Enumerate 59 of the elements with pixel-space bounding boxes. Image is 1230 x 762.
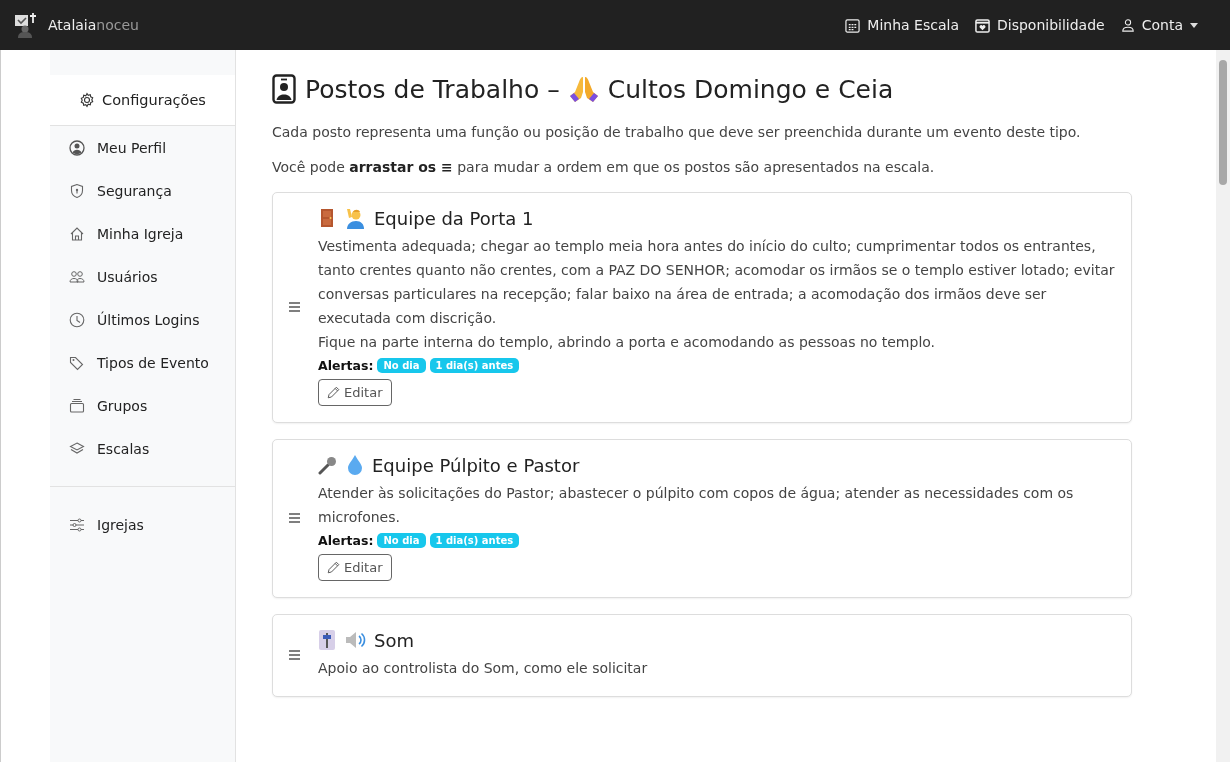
fader-icon: [318, 629, 336, 651]
microphone-icon: [318, 455, 338, 475]
speaker-icon: [344, 630, 366, 650]
alerts-label: Alertas:: [318, 358, 374, 373]
sidebar-item[interactable]: Tipos de Evento: [50, 341, 235, 384]
hint-text: Você pode arrastar os ≡ para mudar a ordem em que os postos são apresentados na escala.: [272, 159, 936, 175]
house-icon: [69, 225, 85, 242]
shield-icon: [69, 182, 85, 199]
people-icon: [69, 268, 85, 285]
praying-hands-icon: [568, 75, 599, 103]
sidebar-item[interactable]: Usuários: [50, 255, 235, 298]
pencil-icon: [327, 386, 340, 399]
droplet-icon: [346, 454, 364, 476]
drag-handle-icon[interactable]: [289, 301, 300, 312]
alert-badge: No dia: [377, 358, 426, 373]
post-description: Atender às solicitações do Pastor; abastecer o púlpito com copos de água; atender as necessidades com os microfones.: [318, 484, 1075, 527]
tag-icon: [69, 354, 85, 371]
page-title: Cultos Domingo e Ceia: [607, 74, 894, 104]
nav-link[interactable]: Minha Escala: [845, 17, 959, 33]
sidebar-item[interactable]: Segurança: [50, 169, 235, 212]
post-description: Fique na parte interna do templo, abrindo a porta e acomodando as pessoas no templo.: [318, 333, 937, 352]
alert-badge: No dia: [377, 533, 426, 548]
pencil-icon: [327, 561, 340, 574]
page-title: Postos de Trabalho –: [305, 74, 560, 104]
clock-icon: [69, 311, 85, 328]
scrollbar-thumb[interactable]: [1219, 60, 1227, 185]
post-title: Som: [374, 629, 414, 651]
drag-handle-icon[interactable]: [289, 512, 300, 523]
collection-icon: [69, 397, 85, 414]
sidebar-item[interactable]: Minha Igreja: [50, 212, 235, 255]
sidebar-item[interactable]: Meu Perfil: [50, 126, 235, 169]
sidebar-item[interactable]: Escalas: [50, 427, 235, 470]
person-circle-icon: [69, 139, 85, 156]
alerts-label: Alertas:: [318, 533, 374, 548]
person-raising-hand-icon: [344, 207, 366, 229]
brand-name[interactable]: Atalaianoceu: [48, 17, 139, 33]
post-description: Apoio ao controlista do Som, como ele solicitar: [318, 659, 649, 678]
sidebar-item[interactable]: Igrejas: [50, 503, 235, 546]
person-badge-icon: [272, 74, 296, 104]
post-description: Vestimenta adequada; chegar ao templo meia hora antes do início do culto; cumprimentar todos os entrantes, tanto crentes quanto não crentes, com a PAZ DO SENHOR; acomodar os irmãos se o templo estiver lotado; evitar conversas particulares na recepção; falar baixo na área de entrada; a acomodação dos irmãos deve ser executada com discrição.: [318, 237, 1115, 328]
post-title: Equipe Púlpito e Pastor: [372, 454, 580, 476]
person-icon: [1120, 18, 1135, 32]
door-icon: [318, 208, 336, 228]
nav-link[interactable]: Disponibilidade: [975, 17, 1105, 33]
edit-button[interactable]: Editar: [318, 554, 392, 581]
sidebar-title: Configurações: [102, 92, 206, 108]
drag-handle-icon[interactable]: [289, 649, 300, 660]
calendar-icon: [845, 17, 861, 33]
post-title: Equipe da Porta 1: [374, 207, 534, 229]
scrollbar[interactable]: [1216, 50, 1230, 762]
alert-badge: 1 dia(s) antes: [429, 533, 520, 548]
intro-text: Cada posto representa uma função ou posição de trabalho que deve ser preenchida durante um evento deste tipo.: [272, 124, 1082, 140]
alert-badge: 1 dia(s) antes: [429, 358, 520, 373]
gear-icon: [79, 92, 96, 108]
edit-button[interactable]: Editar: [318, 379, 392, 406]
sidebar-item[interactable]: Grupos: [50, 384, 235, 427]
sidebar-item[interactable]: Últimos Logins: [50, 298, 235, 341]
sliders-icon: [69, 516, 85, 533]
nav-link[interactable]: Conta: [1120, 17, 1198, 33]
